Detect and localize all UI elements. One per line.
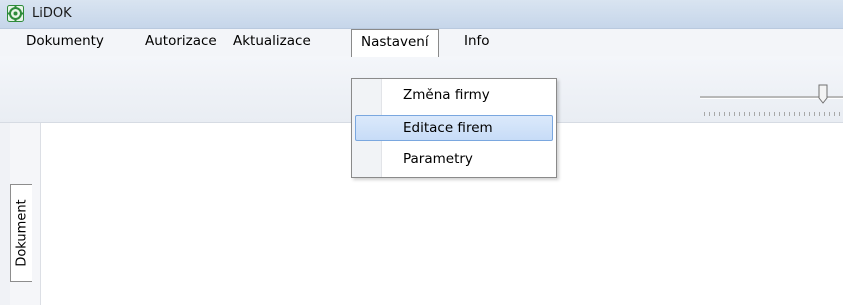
zoom-slider-ticks [704, 112, 843, 116]
menu-aktualizace[interactable]: Aktualizace [224, 29, 320, 55]
menu-nastaveni[interactable]: Nastavení [351, 29, 439, 57]
side-tab-label: Dokument [14, 199, 29, 267]
menu-bar: Dokumenty Autorizace Aktualizace Nastave… [0, 29, 843, 57]
menu-item-zmena-firmy[interactable]: Změna firmy [355, 82, 553, 108]
menu-item-editace-firem[interactable]: Editace firem [355, 115, 553, 141]
nastaveni-dropdown: Změna firmy Editace firem Parametry [351, 78, 557, 178]
menu-dokumenty[interactable]: Dokumenty [17, 29, 113, 55]
menu-item-parametry[interactable]: Parametry [355, 146, 553, 172]
side-tab-dokument[interactable]: Dokument [10, 184, 32, 282]
menu-info[interactable]: Info [455, 29, 499, 55]
menu-autorizace[interactable]: Autorizace [136, 29, 226, 55]
window-title: LiDOK [32, 6, 72, 21]
title-bar: LiDOK [0, 0, 843, 29]
zoom-slider-thumb[interactable] [818, 84, 828, 104]
app-logo-icon [7, 5, 24, 22]
